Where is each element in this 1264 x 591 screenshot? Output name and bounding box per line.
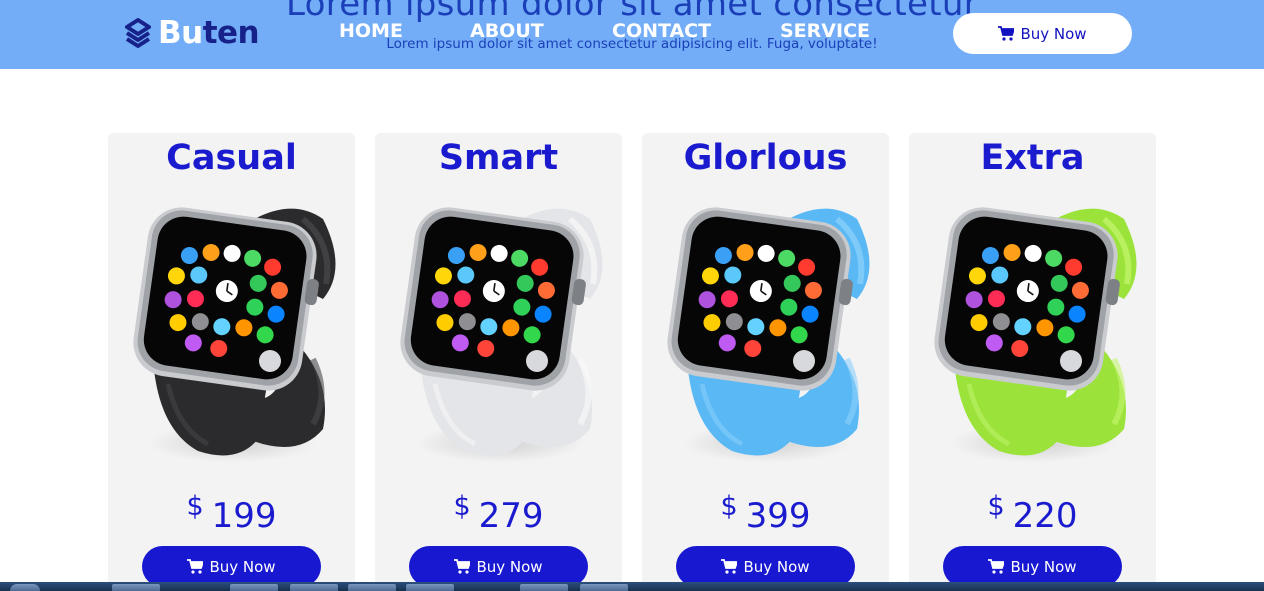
nav-about[interactable]: ABOUT [470,22,544,41]
product-title: Extra [980,138,1085,178]
nav-home[interactable]: HOME [339,22,403,41]
price-value: 399 [745,496,811,536]
price-value: 220 [1012,496,1078,536]
buy-now-label: Buy Now [209,557,276,576]
product-card-smart: Smart $279 Buy Now [375,133,622,591]
brand-logo[interactable]: Buten [124,14,260,51]
nav-buy-now-label: Buy Now [1020,24,1087,43]
taskbar-app[interactable] [112,584,160,591]
taskbar-app[interactable] [290,584,338,591]
watch-image [667,207,870,456]
nav-contact[interactable]: CONTACT [612,22,711,41]
buy-now-label: Buy Now [476,557,543,576]
layers-logo-icon [125,18,151,48]
price-currency: $ [720,491,738,522]
watch-image [400,207,603,456]
buy-now-button[interactable]: Buy Now [676,546,855,587]
product-title: Glorlous [683,138,848,178]
navbar: Lorem ipsum dolor sit amet consectetur L… [0,0,1264,69]
os-taskbar [0,582,1264,591]
taskbar-app[interactable] [520,584,568,591]
product-title: Casual [166,138,297,178]
shopping-cart-icon [187,559,204,574]
watch-image [934,207,1137,456]
taskbar-app[interactable] [230,584,278,591]
brand-name-first: Bu [158,14,203,51]
brand-name-rest: ten [202,14,260,51]
nav-buy-now-button[interactable]: Buy Now [953,13,1132,54]
product-price: $220 [909,491,1156,536]
product-price: $399 [642,491,889,536]
shopping-cart-icon [988,559,1005,574]
shopping-cart-icon [454,559,471,574]
brand-name: Buten [158,14,260,51]
product-price: $199 [108,491,355,536]
start-button[interactable] [10,584,40,591]
product-price: $279 [375,491,622,536]
product-card-casual: Casual $199 Buy Now [108,133,355,591]
taskbar-app[interactable] [580,584,628,591]
price-currency: $ [186,491,204,522]
product-card-glorlous: Glorlous $399 Buy Now [642,133,889,591]
buy-now-label: Buy Now [1010,557,1077,576]
buy-now-button[interactable]: Buy Now [409,546,588,587]
taskbar-app[interactable] [406,584,454,591]
buy-now-button[interactable]: Buy Now [142,546,321,587]
taskbar-app[interactable] [348,584,396,591]
buy-now-button[interactable]: Buy Now [943,546,1122,587]
watch-image [133,207,336,456]
nav-service[interactable]: SERVICE [780,22,870,41]
price-currency: $ [987,491,1005,522]
price-currency: $ [453,491,471,522]
product-title: Smart [438,138,559,178]
shopping-cart-icon [721,559,738,574]
price-value: 279 [478,496,544,536]
price-value: 199 [211,496,277,536]
shopping-cart-icon [998,26,1015,41]
product-card-extra: Extra $220 Buy Now [909,133,1156,591]
buy-now-label: Buy Now [743,557,810,576]
